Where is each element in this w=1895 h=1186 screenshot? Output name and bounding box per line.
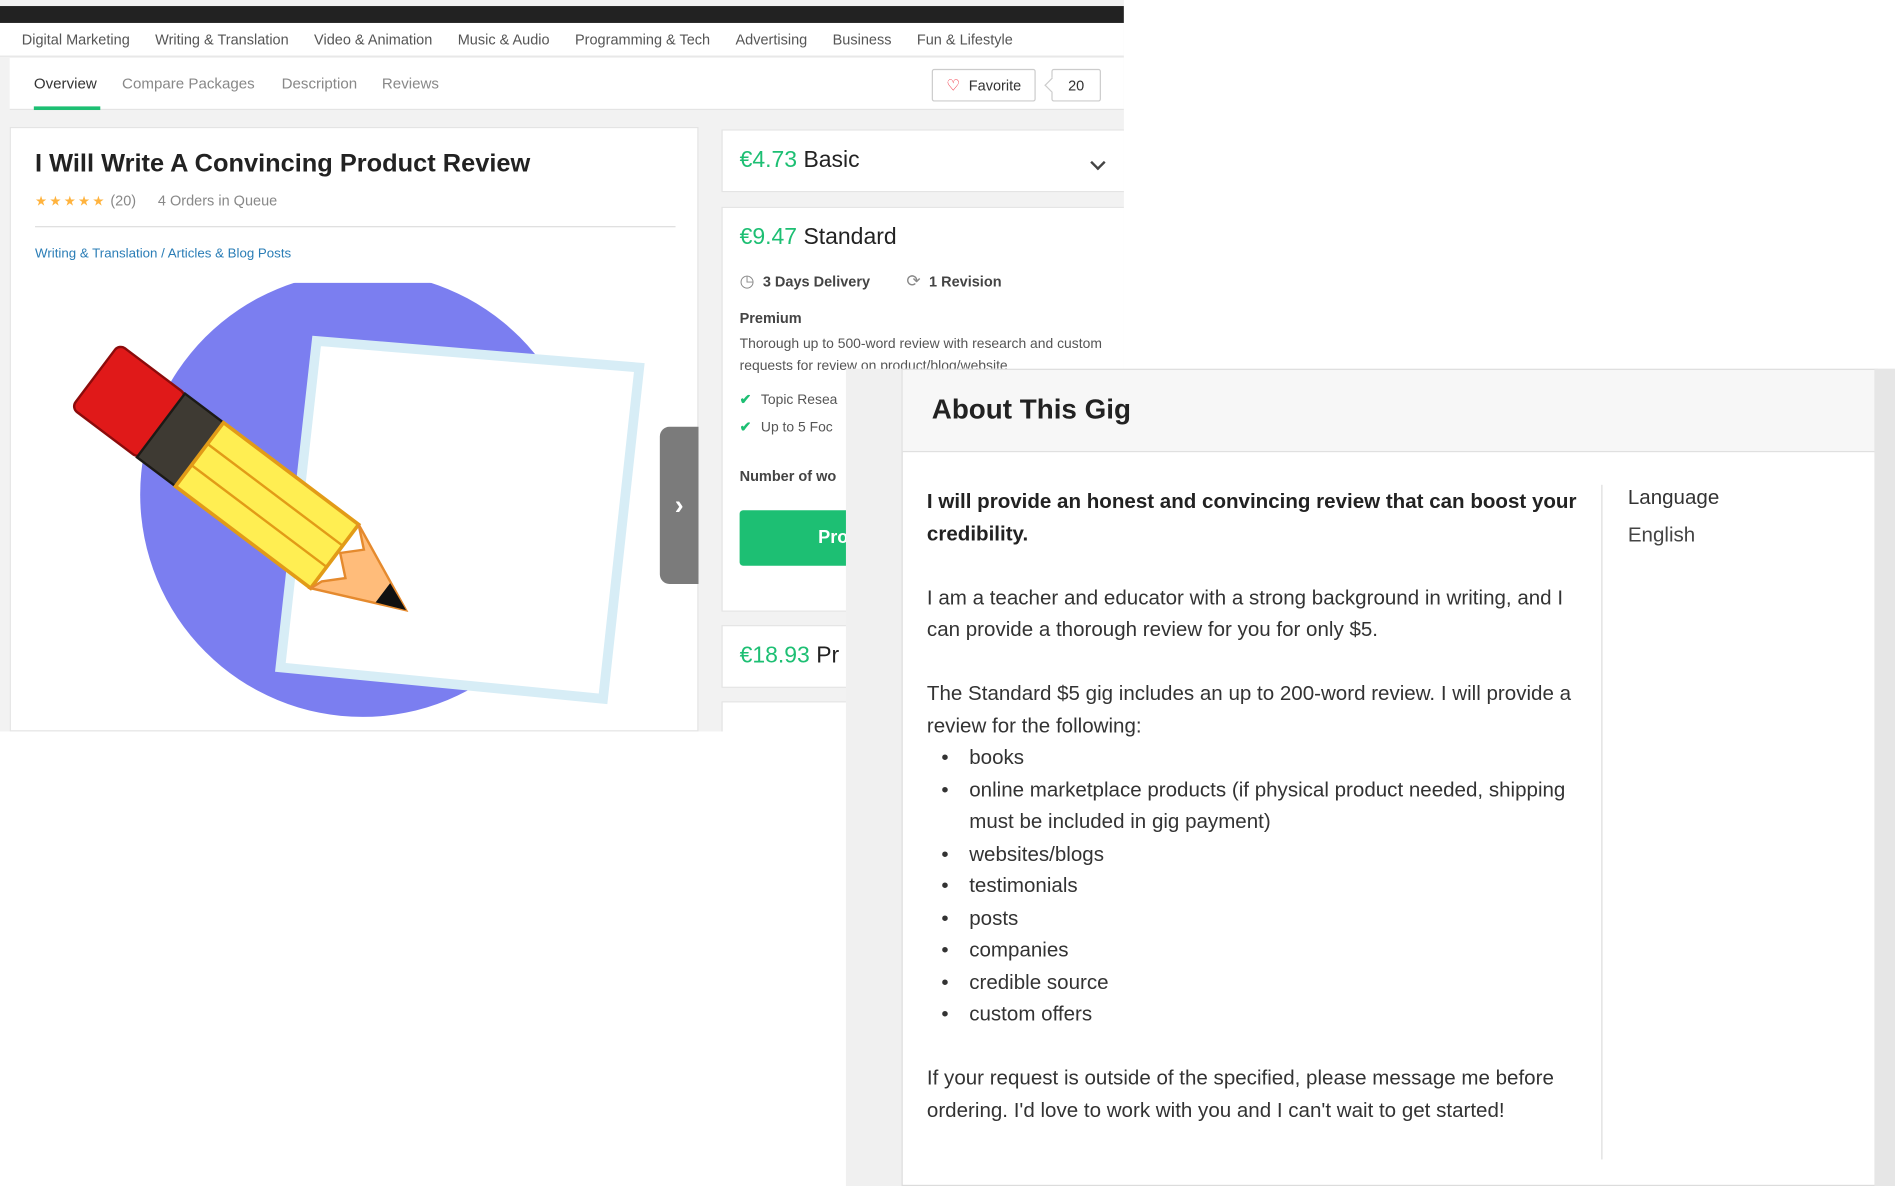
package-basic-price: €4.73 [739, 147, 798, 173]
active-tab-indicator [33, 106, 101, 111]
list-item: credible source [927, 967, 1580, 999]
about-gig-title: About This Gig [931, 392, 1131, 425]
tab-description[interactable]: Description [282, 75, 358, 92]
delivery-time: ◷ 3 Days Delivery [740, 271, 870, 292]
list-item: online marketplace products (if physical… [927, 774, 1580, 838]
list-item: websites/blogs [927, 838, 1580, 870]
tab-compare-packages[interactable]: Compare Packages [122, 75, 255, 92]
divider [35, 226, 676, 228]
category-fun-lifestyle[interactable]: Fun & Lifestyle [917, 31, 1013, 48]
gig-rating: ★★★★★ (20) 4 Orders in Queue [35, 192, 277, 209]
language-value: English [1627, 523, 1696, 547]
category-video-animation[interactable]: Video & Animation [314, 31, 432, 48]
review-count[interactable]: (20) [110, 192, 136, 209]
gig-sub-nav: Overview Compare Packages Description Re… [9, 58, 1124, 111]
package-basic-header: €4.73 Basic [740, 147, 860, 174]
check-icon: ✔ [739, 392, 752, 408]
feature-item: ✔ Topic Resea [740, 391, 838, 408]
check-icon: ✔ [739, 420, 752, 436]
heart-icon: ♡ [946, 75, 961, 94]
category-nav: Digital Marketing Writing & Translation … [0, 22, 1124, 57]
orders-in-queue: 4 Orders in Queue [157, 192, 278, 210]
about-paragraph: I am a teacher and educator with a stron… [926, 585, 1564, 641]
revision-count: ⟳ 1 Revision [906, 271, 1001, 292]
package-subtitle: Premium [739, 309, 802, 327]
package-basic-name: Basic [803, 147, 860, 173]
top-header-bar [0, 6, 1124, 23]
category-music-audio[interactable]: Music & Audio [458, 31, 550, 48]
package-premium-price: €18.93 [739, 643, 810, 669]
about-gig-card: About This Gig I will provide an honest … [901, 368, 1879, 1186]
list-item: companies [927, 935, 1580, 967]
package-premium-header: €18.93 Pr [740, 643, 840, 670]
package-standard-price: €9.47 [739, 224, 798, 251]
feature-label: Topic Resea [760, 392, 838, 408]
gig-image-pencil-paper [72, 282, 645, 717]
tab-reviews[interactable]: Reviews [382, 75, 439, 92]
chevron-down-icon[interactable] [1090, 154, 1106, 171]
feature-label: Up to 5 Foc [760, 420, 833, 436]
category-writing-translation[interactable]: Writing & Translation [155, 31, 289, 48]
gig-title: I Will Write A Convincing Product Review [35, 149, 531, 178]
list-item: posts [927, 903, 1580, 935]
list-item: testimonials [927, 870, 1580, 902]
feature-item: ✔ Up to 5 Foc [739, 418, 833, 436]
gig-overview-card: I Will Write A Convincing Product Review… [9, 126, 699, 732]
stage: Digital Marketing Writing & Translation … [0, 0, 1895, 1186]
package-basic[interactable]: €4.73 Basic [721, 129, 1124, 193]
about-lead: I will provide an honest and convincing … [926, 489, 1577, 545]
category-business[interactable]: Business [833, 31, 892, 48]
favorite-count: 20 [1051, 68, 1101, 102]
column-divider [1601, 484, 1603, 1160]
clock-icon: ◷ [739, 270, 755, 291]
scrollbar[interactable] [1874, 368, 1895, 1186]
rating-stars-icon: ★★★★★ [35, 194, 107, 209]
number-of-words-label: Number of wo [739, 467, 837, 485]
breadcrumb[interactable]: Writing & Translation / Articles & Blog … [35, 247, 291, 262]
list-item: books [927, 742, 1580, 774]
favorite-button[interactable]: ♡ Favorite [931, 68, 1036, 102]
category-advertising[interactable]: Advertising [736, 31, 808, 48]
favorite-label: Favorite [968, 76, 1022, 94]
about-paragraph: If your request is outside of the specif… [926, 1066, 1554, 1122]
category-digital-marketing[interactable]: Digital Marketing [22, 31, 130, 48]
list-item: custom offers [927, 999, 1580, 1031]
about-gig-screenshot: About This Gig I will provide an honest … [845, 368, 1895, 1186]
refresh-icon: ⟳ [906, 270, 921, 291]
tab-overview[interactable]: Overview [34, 75, 97, 92]
chevron-right-icon[interactable]: › [659, 426, 699, 584]
package-standard-name: Standard [803, 224, 897, 251]
package-standard-header: €9.47 Standard [740, 225, 897, 252]
package-premium-name: Pr [816, 643, 840, 669]
delivery-text: 3 Days Delivery [762, 272, 871, 290]
category-programming-tech[interactable]: Programming & Tech [575, 31, 710, 48]
about-gig-description: I will provide an honest and convincing … [927, 486, 1580, 1159]
language-label: Language [1627, 486, 1720, 509]
revision-text: 1 Revision [929, 272, 1002, 290]
review-types-list: books online marketplace products (if ph… [927, 742, 1580, 1030]
about-gig-header: About This Gig [902, 369, 1877, 453]
about-paragraph: The Standard $5 gig includes an up to 20… [926, 681, 1572, 737]
